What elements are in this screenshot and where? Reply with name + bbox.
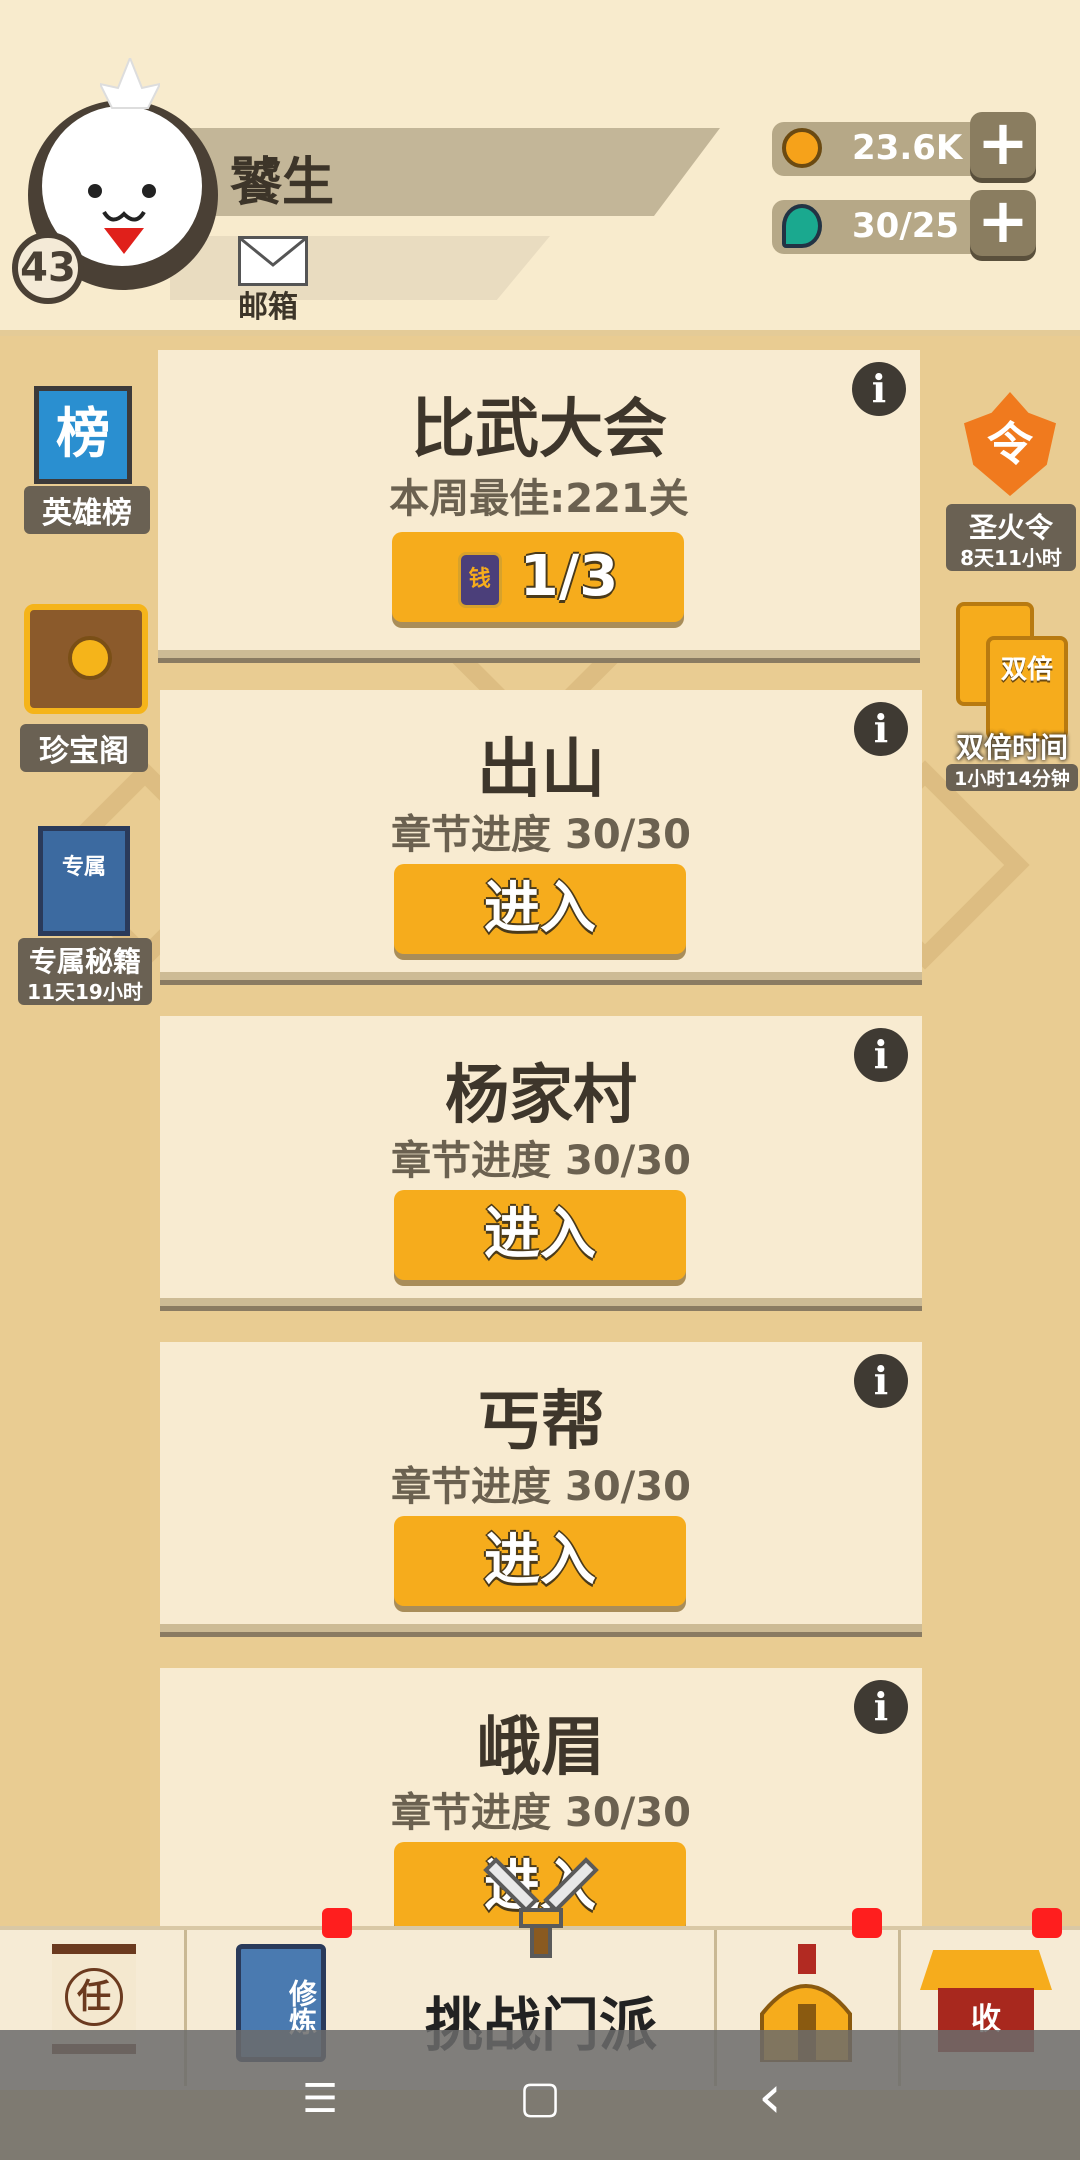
ranking-banner-icon: 榜 bbox=[34, 386, 132, 484]
sidebar-timer-holy-fire: 8天11小时 bbox=[946, 542, 1076, 571]
back-icon[interactable]: ‹ bbox=[740, 2062, 800, 2132]
task-scroll-glyph: 任 bbox=[65, 1968, 123, 2026]
level-badge: 43 bbox=[12, 232, 84, 304]
card-subtitle: 章节进度 30/30 bbox=[391, 1790, 691, 1836]
treasure-chest-icon bbox=[24, 604, 148, 714]
sidebar-label-double-time: 双倍时间 bbox=[955, 731, 1068, 764]
info-icon[interactable]: i bbox=[854, 1354, 908, 1408]
mail-banner bbox=[170, 236, 550, 300]
enter-button[interactable]: 进入 bbox=[394, 1516, 686, 1606]
card-title: 丐帮 bbox=[477, 1385, 605, 1459]
sidebar-label-treasure: 珍宝阁 bbox=[20, 724, 148, 772]
sidebar-item-double-time[interactable]: 双倍 双倍时间 1小时14分钟 bbox=[946, 602, 1080, 792]
card-chapter-gaibang[interactable]: 丐帮 章节进度 30/30 进入 i bbox=[160, 1342, 922, 1624]
add-gold-button[interactable]: + bbox=[970, 112, 1036, 178]
tournament-attempts-label: 1/3 bbox=[519, 544, 619, 609]
sidebar-item-secret-manual[interactable]: 专属 专属秘籍 11天19小时 bbox=[18, 826, 154, 1012]
card-title: 出山 bbox=[477, 733, 605, 807]
sidebar-label-hero-ranking: 英雄榜 bbox=[24, 486, 150, 534]
holy-fire-icon: 令 bbox=[964, 392, 1056, 496]
card-title: 峨眉 bbox=[477, 1711, 605, 1785]
coin-token-icon: 钱 bbox=[457, 551, 502, 608]
gold-amount: 23.6K bbox=[852, 128, 963, 168]
card-subtitle: 本周最佳:221关 bbox=[389, 476, 689, 522]
card-subtitle: 章节进度 30/30 bbox=[391, 812, 691, 858]
double-card-icon-front: 双倍 bbox=[986, 636, 1068, 740]
info-icon[interactable]: i bbox=[854, 1680, 908, 1734]
sidebar-timer-secret-manual: 11天19小时 bbox=[18, 976, 152, 1005]
info-icon[interactable]: i bbox=[854, 702, 908, 756]
notification-badge bbox=[852, 1908, 882, 1938]
menu-icon[interactable]: ☰ bbox=[290, 2076, 350, 2122]
stamina-drop-icon bbox=[782, 204, 822, 248]
enter-button[interactable]: 进入 bbox=[394, 864, 686, 954]
sidebar-item-holy-fire[interactable]: 令 圣火令 8天11小时 bbox=[946, 392, 1078, 578]
scarf-icon bbox=[104, 228, 144, 254]
gold-coin-icon bbox=[782, 128, 822, 168]
enter-button[interactable]: 进入 bbox=[394, 1190, 686, 1280]
home-icon[interactable]: ▢ bbox=[510, 2072, 570, 2123]
card-chapter-chushan[interactable]: 出山 章节进度 30/30 进入 i bbox=[160, 690, 922, 972]
crossed-swords-icon bbox=[483, 1857, 599, 1958]
stamina-amount: 30/25 bbox=[852, 206, 960, 246]
player-name: 饕生 bbox=[230, 153, 335, 213]
sidebar-item-hero-ranking[interactable]: 榜 英雄榜 bbox=[24, 386, 152, 534]
mail-icon[interactable] bbox=[238, 236, 308, 286]
hair-tuft-icon bbox=[100, 58, 160, 109]
card-subtitle: 章节进度 30/30 bbox=[391, 1464, 691, 1510]
sidebar-item-treasure[interactable]: 珍宝阁 bbox=[20, 604, 152, 774]
add-stamina-button[interactable]: + bbox=[970, 190, 1036, 256]
card-martial-tournament[interactable]: 比武大会 本周最佳:221关 钱 1/3 i bbox=[158, 350, 920, 650]
card-title: 杨家村 bbox=[445, 1059, 637, 1133]
mustache-icon bbox=[102, 210, 146, 222]
card-subtitle: 章节进度 30/30 bbox=[391, 1138, 691, 1184]
secret-book-icon: 专属 bbox=[38, 826, 130, 936]
sidebar-timer-double-time: 1小时14分钟 bbox=[946, 764, 1078, 791]
info-icon[interactable]: i bbox=[854, 1028, 908, 1082]
card-chapter-yangjiacun[interactable]: 杨家村 章节进度 30/30 进入 i bbox=[160, 1016, 922, 1298]
pagoda-roof-icon bbox=[920, 1950, 1052, 1990]
card-title: 比武大会 bbox=[411, 393, 667, 467]
tournament-attempts-button[interactable]: 钱 1/3 bbox=[392, 532, 684, 622]
notification-badge bbox=[1032, 1908, 1062, 1938]
mail-label[interactable]: 邮箱 bbox=[238, 282, 298, 326]
info-icon[interactable]: i bbox=[852, 362, 906, 416]
notification-badge bbox=[322, 1908, 352, 1938]
